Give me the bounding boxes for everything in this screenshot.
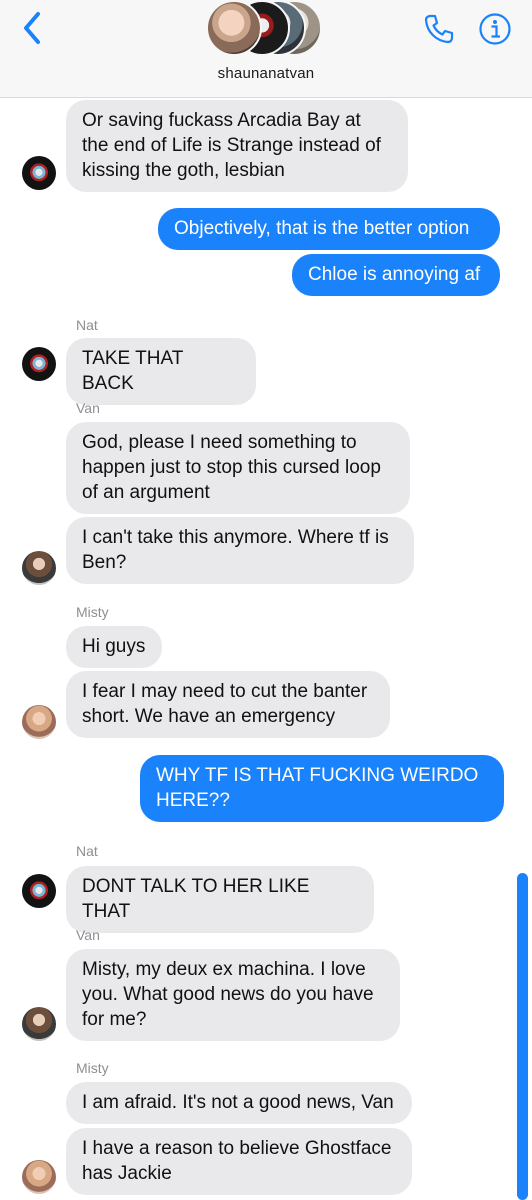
group-name[interactable]: shaunanatvan: [0, 65, 532, 82]
sender-name: Van: [76, 400, 100, 416]
conversation-header: shaunanatvan: [0, 0, 532, 98]
incoming-message-bubble[interactable]: I fear I may need to cut the banter shor…: [66, 671, 390, 738]
avatar[interactable]: [22, 347, 56, 381]
avatar[interactable]: [22, 156, 56, 190]
incoming-message-bubble[interactable]: I have a reason to believe Ghostface has…: [66, 1128, 412, 1195]
chevron-left-icon[interactable]: [18, 10, 46, 46]
info-icon[interactable]: [478, 12, 512, 46]
message-list[interactable]: Or saving fuckass Arcadia Bay at the end…: [0, 98, 532, 1200]
scrollbar[interactable]: [517, 873, 528, 1200]
incoming-message-bubble[interactable]: I can't take this anymore. Where tf is B…: [66, 517, 414, 584]
avatar[interactable]: [22, 1007, 56, 1041]
outgoing-message-bubble[interactable]: Objectively, that is the better option: [158, 208, 500, 250]
outgoing-message-bubble[interactable]: WHY TF IS THAT FUCKING WEIRDO HERE??: [140, 755, 504, 822]
outgoing-message-bubble[interactable]: Chloe is annoying af: [292, 254, 500, 296]
incoming-message-bubble[interactable]: TAKE THAT BACK: [66, 338, 256, 405]
incoming-message-bubble[interactable]: Misty, my deux ex machina. I love you. W…: [66, 949, 400, 1041]
sender-name: Misty: [76, 1060, 109, 1076]
incoming-message-bubble[interactable]: Or saving fuckass Arcadia Bay at the end…: [66, 100, 408, 192]
sender-name: Nat: [76, 317, 98, 333]
incoming-message-bubble[interactable]: DONT TALK TO HER LIKE THAT: [66, 866, 374, 933]
sender-name: Nat: [76, 843, 98, 859]
avatar[interactable]: [22, 1160, 56, 1194]
sender-name: Van: [76, 927, 100, 943]
avatar[interactable]: [22, 705, 56, 739]
group-avatars[interactable]: [206, 0, 326, 58]
avatar[interactable]: [22, 874, 56, 908]
avatar[interactable]: [22, 551, 56, 585]
incoming-message-bubble[interactable]: I am afraid. It's not a good news, Van: [66, 1082, 412, 1124]
avatar: [206, 0, 262, 56]
incoming-message-bubble[interactable]: Hi guys: [66, 626, 162, 668]
sender-name: Misty: [76, 604, 109, 620]
phone-icon[interactable]: [422, 12, 456, 46]
incoming-message-bubble[interactable]: God, please I need something to happen j…: [66, 422, 410, 514]
